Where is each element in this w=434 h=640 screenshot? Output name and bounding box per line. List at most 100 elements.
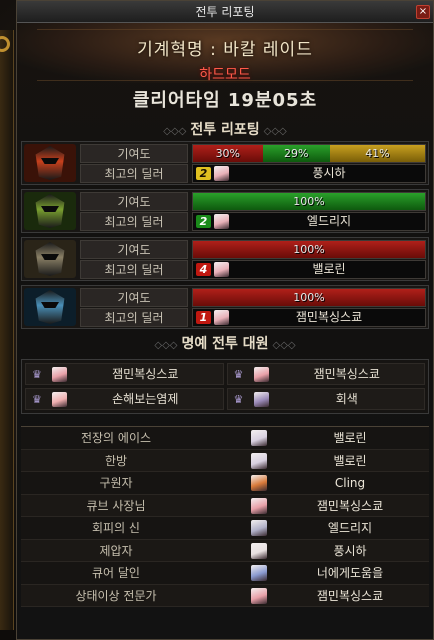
award-title: 큐어 달인 xyxy=(92,566,140,580)
award-recipient: 엘드리지 xyxy=(327,521,373,535)
award-row[interactable]: 전장의 에이스 밸로린 xyxy=(21,427,429,450)
character-face-icon xyxy=(251,475,267,491)
contribution-label: 기여도 xyxy=(80,192,188,211)
party-row[interactable]: 기여도 30% 29% 41% 최고의 딜러 2 풍시하 xyxy=(21,141,429,185)
close-icon: × xyxy=(418,6,428,17)
dungeon-header: 기계혁명 : 바칼 레이드 하드모드 xyxy=(17,23,433,83)
top-dealer-name: 잼민복싱스쿄 xyxy=(295,310,363,324)
top-dealer-label: 최고의 딜러 xyxy=(80,212,188,231)
award-title: 회피의 신 xyxy=(92,521,140,535)
helmet-graphic xyxy=(24,192,76,230)
top-dealer-name: 밸로린 xyxy=(312,262,346,276)
award-row[interactable]: 회피의 신 엘드리지 xyxy=(21,517,429,540)
character-face-icon xyxy=(52,392,67,407)
character-face-icon xyxy=(253,367,269,382)
award-row[interactable]: 제압자 풍시하 xyxy=(21,539,429,562)
contribution-label: 기여도 xyxy=(80,288,188,307)
mvp-title: 명예 전투 대원 xyxy=(181,336,269,352)
award-recipient: 밸로린 xyxy=(333,453,367,468)
award-recipient: 밸로린 xyxy=(333,431,367,445)
top-dealer-box: 4 밸로린 xyxy=(192,260,426,279)
contribution-segment: 100% xyxy=(193,193,425,210)
contribution-segment: 100% xyxy=(193,289,425,306)
party-row[interactable]: 기여도 100% 최고의 딜러 2 엘드리지 xyxy=(21,189,429,233)
award-title: 제압자 xyxy=(99,543,133,558)
character-face-icon xyxy=(214,214,229,229)
mvp-member[interactable]: ♛ 잼민복싱스쿄 xyxy=(25,363,224,385)
top-dealer-box: 1 잼민복싱스쿄 xyxy=(192,308,426,327)
contribution-row: 기여도 100% xyxy=(80,240,426,259)
character-face-icon xyxy=(251,430,267,446)
mvp-heading: ◇◇◇ 명예 전투 대원 ◇◇◇ xyxy=(17,333,433,355)
contribution-row: 기여도 100% xyxy=(80,288,426,307)
party-row[interactable]: 기여도 100% 최고의 딜러 4 밸로린 xyxy=(21,237,429,281)
top-dealer-label: 최고의 딜러 xyxy=(80,260,188,279)
contribution-segment: 29% xyxy=(262,145,330,162)
contribution-segment: 100% xyxy=(193,241,425,258)
diamond-ornament-icon: ◇◇◇ xyxy=(272,340,296,351)
character-face-icon xyxy=(251,587,267,604)
party-row[interactable]: 기여도 100% 최고의 딜러 1 잼민복싱스쿄 xyxy=(21,285,429,329)
top-dealer-label: 최고의 딜러 xyxy=(80,308,188,327)
top-dealer-box: 2 엘드리지 xyxy=(192,212,426,231)
top-dealer-row: 최고의 딜러 2 엘드리지 xyxy=(80,212,426,231)
top-dealer-label: 최고의 딜러 xyxy=(80,164,188,183)
side-frame-decoration xyxy=(0,30,14,630)
award-row[interactable]: 한방 밸로린 xyxy=(21,449,429,472)
mvp-member[interactable]: ♛ 회색 xyxy=(226,388,425,410)
top-dealer-name: 엘드리지 xyxy=(306,214,352,228)
award-title: 전장의 에이스 xyxy=(80,431,152,445)
battle-report-window: 전투 리포팅 × 기계혁명 : 바칼 레이드 하드모드 클리어타임 19분05초… xyxy=(16,0,434,640)
party-helmet-icon xyxy=(24,288,76,326)
mvp-member[interactable]: ♛ 손해보는염제 xyxy=(25,388,224,410)
top-dealer-row: 최고의 딜러 2 풍시하 xyxy=(80,164,426,183)
clear-time: 클리어타임 19분05초 xyxy=(132,90,318,111)
contribution-label: 기여도 xyxy=(80,240,188,259)
window-title: 전투 리포팅 xyxy=(195,5,255,19)
mvp-row: ♛ 잼민복싱스쿄 ♛ 잼민복싱스쿄 xyxy=(25,363,425,385)
dealer-rank-badge: 4 xyxy=(196,263,211,276)
helmet-graphic xyxy=(24,144,76,182)
mvp-member-name: 잼민복싱스쿄 xyxy=(313,367,380,381)
diamond-ornament-icon: ◇◇◇ xyxy=(154,340,178,351)
dealer-rank-badge: 2 xyxy=(196,167,211,180)
award-row[interactable]: 상태이상 전문가 잼민복싱스쿄 xyxy=(21,584,429,607)
crown-icon: ♛ xyxy=(233,393,244,406)
contribution-row: 기여도 30% 29% 41% xyxy=(80,144,426,163)
difficulty-label: 하드모드 xyxy=(199,67,251,83)
ring-ornament-icon xyxy=(0,36,10,52)
award-row[interactable]: 큐어 달인 너에게도움을 xyxy=(21,562,429,585)
mvp-row: ♛ 손해보는염제 ♛ 회색 xyxy=(25,388,425,410)
dealer-rank-badge: 2 xyxy=(196,215,211,228)
award-recipient: 잼민복싱스쿄 xyxy=(316,498,384,513)
award-title: 상태이상 전문가 xyxy=(75,588,157,603)
award-recipient: 풍시하 xyxy=(333,543,367,558)
top-dealer-name: 풍시하 xyxy=(312,166,346,180)
contribution-segment: 41% xyxy=(329,145,425,162)
character-face-icon xyxy=(251,565,267,581)
mvp-member-name: 손해보는염제 xyxy=(112,392,179,406)
mvp-member[interactable]: ♛ 잼민복싱스쿄 xyxy=(226,363,425,385)
window-titlebar[interactable]: 전투 리포팅 × xyxy=(17,1,433,23)
mvp-member-name: 회색 xyxy=(335,392,358,406)
helmet-graphic xyxy=(24,288,76,326)
helmet-graphic xyxy=(24,240,76,278)
character-face-icon xyxy=(251,497,267,514)
character-face-icon xyxy=(251,520,267,536)
close-button[interactable]: × xyxy=(416,5,430,19)
award-row[interactable]: 구원자 Cling xyxy=(21,472,429,495)
party-helmet-icon xyxy=(24,192,76,230)
character-face-icon xyxy=(52,367,67,382)
crown-icon: ♛ xyxy=(32,368,42,381)
party-helmet-icon xyxy=(24,144,76,182)
character-face-icon xyxy=(214,310,229,325)
top-dealer-box: 2 풍시하 xyxy=(192,164,426,183)
character-face-icon xyxy=(251,542,267,559)
contribution-bar: 100% xyxy=(192,240,426,259)
awards-list: 전장의 에이스 밸로린 한방 밸로린 구원자 Cling 큐브 사장님 잼민복싱스쿄 회피의 신… xyxy=(21,426,429,607)
award-row[interactable]: 큐브 사장님 잼민복싱스쿄 xyxy=(21,494,429,517)
party-list: 기여도 30% 29% 41% 최고의 딜러 2 풍시하 기여도 100% 최고의 딜러 2 엘드리지… xyxy=(21,141,429,329)
award-title: 구원자 xyxy=(99,476,133,490)
diamond-ornament-icon: ◇◇◇ xyxy=(263,126,287,137)
character-face-icon xyxy=(214,262,229,277)
